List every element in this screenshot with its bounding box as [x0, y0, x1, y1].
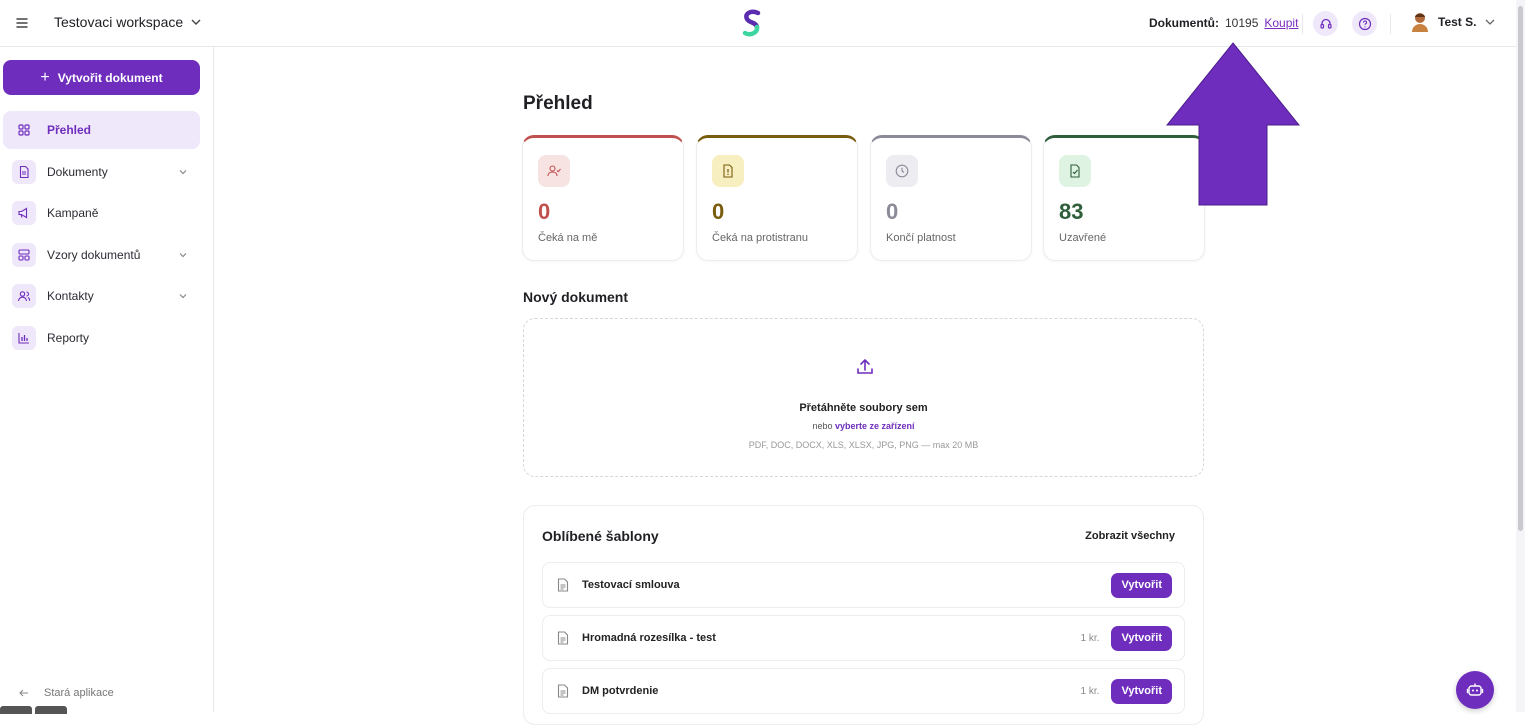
- show-all-link[interactable]: Zobrazit všechny: [1085, 530, 1175, 542]
- sidebar-item-prehled[interactable]: Přehled: [3, 111, 200, 149]
- chevron-down-icon: [1484, 16, 1496, 28]
- old-app-link[interactable]: Stará aplikace: [18, 687, 114, 699]
- document-icon: [12, 160, 36, 184]
- favorite-templates-card: Oblíbené šablony Zobrazit všechny Testov…: [523, 505, 1204, 725]
- stat-value: 83: [1059, 199, 1084, 224]
- doc-count-label: Dokumentů:: [1149, 16, 1219, 30]
- scrollbar-thumb[interactable]: [1518, 6, 1523, 531]
- sidebar-item-vzory-dokumentu[interactable]: Vzory dokumentů: [3, 236, 200, 274]
- document-icon: [557, 631, 569, 645]
- help-icon[interactable]: [1352, 11, 1377, 36]
- template-icon: [12, 243, 36, 267]
- sidebar-item-label: Přehled: [47, 123, 92, 137]
- scrollbar[interactable]: [1516, 0, 1525, 712]
- upload-icon: [855, 357, 875, 377]
- new-document-title: Nový dokument: [523, 289, 629, 305]
- stat-label: Končí platnost: [886, 232, 956, 244]
- chevron-down-icon: [178, 167, 188, 177]
- top-bar: Testovaci workspace Dokumentů: 10195 Kou…: [0, 0, 1525, 47]
- plus-icon: +: [40, 68, 50, 86]
- favorites-title: Oblíbené šablony: [542, 528, 659, 544]
- stat-label: Čeká na protistranu: [712, 232, 808, 244]
- stat-value: 0: [538, 199, 551, 224]
- chatbot-icon[interactable]: [1456, 671, 1494, 709]
- stat-card-waiting-on-me[interactable]: 0 Čeká na mě: [522, 135, 684, 261]
- stat-label: Uzavřené: [1059, 232, 1107, 244]
- users-icon: [12, 284, 36, 308]
- dropzone-formats: PDF, DOC, DOCX, XLS, XLSX, JPG, PNG — ma…: [748, 440, 979, 450]
- list-item[interactable]: Hromadná rozesílka - test 1 kr. Vytvořit: [542, 615, 1185, 661]
- logo-icon[interactable]: [738, 8, 766, 38]
- sidebar-item-label: Kontakty: [47, 289, 94, 303]
- sidebar-item-dokumenty[interactable]: Dokumenty: [3, 153, 200, 191]
- template-name: Hromadná rozesílka - test: [582, 632, 716, 644]
- hamburger-menu-icon[interactable]: [11, 12, 33, 34]
- sidebar: + Vytvořit dokument Přehled Dokumenty Ka…: [0, 47, 214, 714]
- template-name: DM potvrdenie: [582, 685, 659, 697]
- dropzone-title: Přetáhněte soubory sem: [799, 402, 928, 414]
- support-headset-icon[interactable]: [1313, 11, 1338, 36]
- divider: [1302, 14, 1303, 34]
- chevron-down-icon: [178, 291, 188, 301]
- page-title: Přehled: [523, 93, 593, 114]
- sidebar-item-reporty[interactable]: Reporty: [3, 319, 200, 357]
- megaphone-icon: [12, 201, 36, 225]
- sidebar-item-label: Reporty: [47, 331, 90, 345]
- sidebar-item-label: Vzory dokumentů: [47, 248, 141, 262]
- chart-icon: [12, 326, 36, 350]
- list-item[interactable]: DM potvrdenie 1 kr. Vytvořit: [542, 668, 1185, 714]
- sidebar-item-label: Dokumenty: [47, 165, 108, 179]
- stat-label: Čeká na mě: [538, 232, 598, 244]
- sidebar-item-kontakty[interactable]: Kontakty: [3, 277, 200, 315]
- template-count: 1 kr.: [1080, 685, 1100, 697]
- dashboard-icon: [12, 118, 36, 142]
- chevron-down-icon: [178, 250, 188, 260]
- create-document-button[interactable]: + Vytvořit dokument: [3, 60, 200, 95]
- create-from-template-button[interactable]: Vytvořit: [1111, 625, 1172, 651]
- workspace-name: Testovaci workspace: [54, 14, 184, 30]
- doc-count-value: 10195: [1225, 16, 1259, 30]
- buy-link[interactable]: Koupit: [1264, 16, 1298, 30]
- stat-value: 0: [886, 199, 899, 224]
- dropzone-or: nebo: [812, 421, 833, 431]
- document-icon: [557, 684, 569, 698]
- divider: [1390, 14, 1391, 34]
- create-document-label: Vytvořit dokument: [57, 70, 163, 85]
- workspace-selector[interactable]: Testovaci workspace: [54, 14, 202, 30]
- document-alert-icon: [712, 155, 744, 187]
- template-count: 1 kr.: [1080, 632, 1100, 644]
- stat-card-waiting-on-counterparty[interactable]: 0 Čeká na protistranu: [696, 135, 858, 261]
- select-from-device-link[interactable]: vyberte ze zařízení: [835, 421, 915, 431]
- avatar: [1410, 11, 1430, 33]
- template-name: Testovací smlouva: [582, 579, 680, 591]
- chevron-down-icon: [190, 16, 202, 28]
- stat-value: 0: [712, 199, 725, 224]
- create-from-template-button[interactable]: Vytvořit: [1111, 572, 1172, 598]
- bottom-overlay-tabs: [0, 706, 67, 714]
- document-counter: Dokumentů: 10195 Koupit: [1149, 16, 1298, 30]
- sidebar-item-label: Kampaně: [47, 206, 99, 220]
- document-check-icon: [1059, 155, 1091, 187]
- list-item[interactable]: Testovací smlouva Vytvořit: [542, 562, 1185, 608]
- user-check-icon: [538, 155, 570, 187]
- annotation-arrow-up-icon: [1166, 42, 1300, 206]
- sidebar-item-kampane[interactable]: Kampaně: [3, 194, 200, 232]
- user-menu[interactable]: Test S.: [1410, 11, 1496, 33]
- file-dropzone[interactable]: Přetáhněte soubory sem nebo vyberte ze z…: [523, 318, 1204, 477]
- old-app-label: Stará aplikace: [44, 687, 114, 699]
- dropzone-subtitle: nebo vyberte ze zařízení: [524, 421, 1203, 431]
- user-name: Test S.: [1438, 15, 1477, 29]
- clock-icon: [886, 155, 918, 187]
- arrow-left-icon: [18, 687, 30, 699]
- document-icon: [557, 578, 569, 592]
- create-from-template-button[interactable]: Vytvořit: [1111, 678, 1172, 704]
- stat-card-expiring[interactable]: 0 Končí platnost: [870, 135, 1032, 261]
